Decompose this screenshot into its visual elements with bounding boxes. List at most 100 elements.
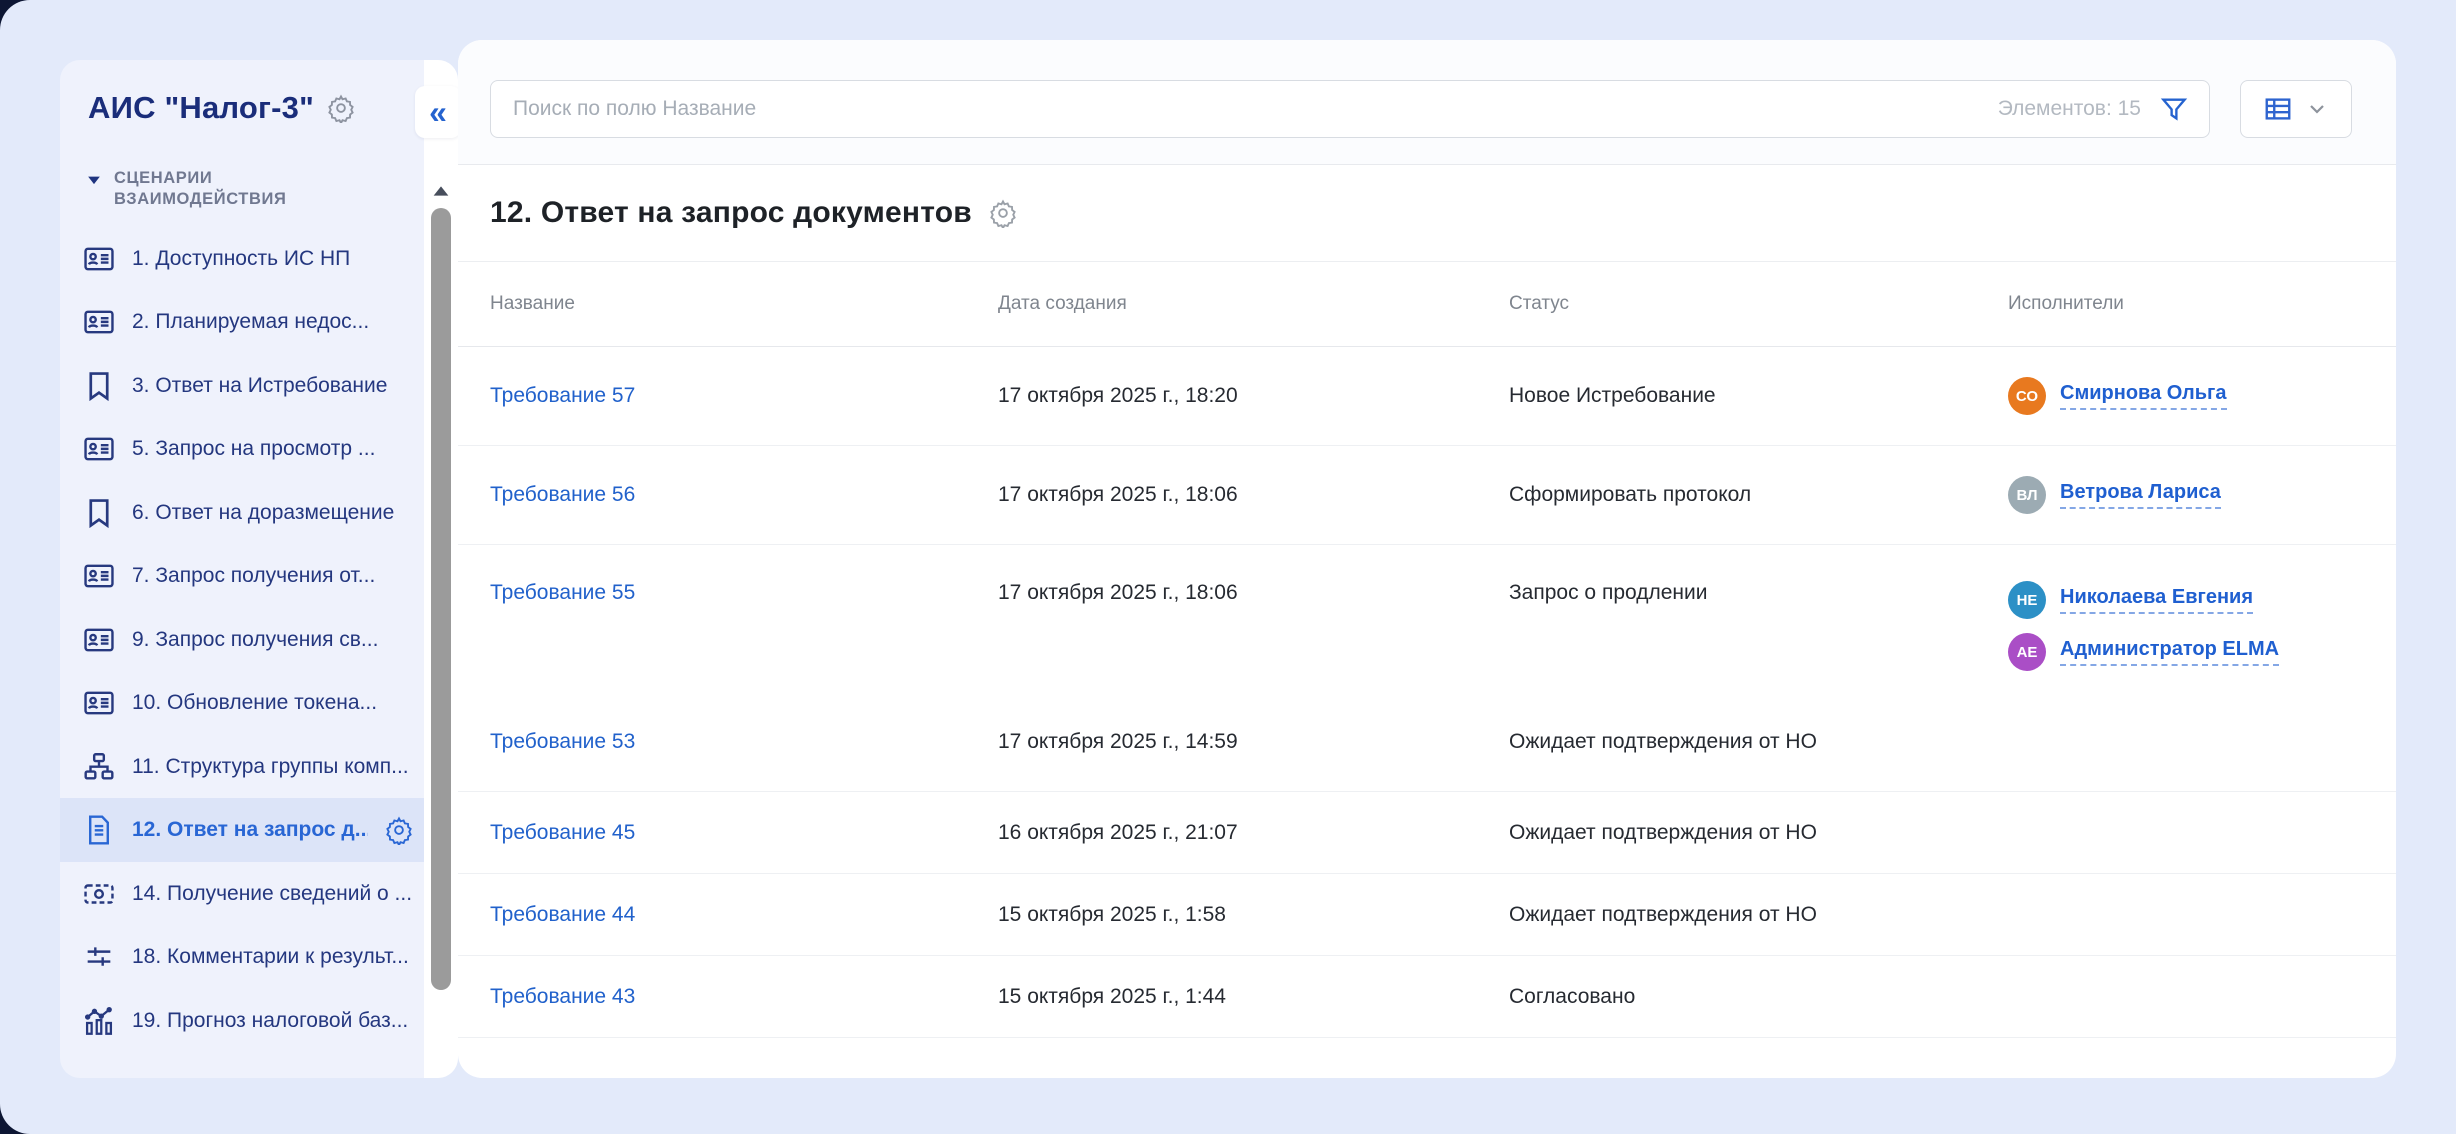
sidebar-item-12[interactable]: 18. Комментарии к результ... xyxy=(60,925,458,989)
id-card-icon xyxy=(82,623,116,657)
status-cell: Ожидает подтверждения от НО xyxy=(1509,821,2008,845)
table-row: Требование 53 17 октября 2025 г., 14:59 … xyxy=(458,693,2396,792)
sidebar-item-9[interactable]: 11. Структура группы комп... xyxy=(60,735,458,799)
table-row: Требование 55 17 октября 2025 г., 18:06 … xyxy=(458,545,2396,693)
items-count-label: Элементов: 15 xyxy=(1998,97,2141,121)
column-header-assignees: Исполнители xyxy=(2008,293,2396,315)
requirement-link[interactable]: Требование 55 xyxy=(490,581,635,604)
status-cell: Согласовано xyxy=(1509,985,2008,1009)
table-row: Требование 43 15 октября 2025 г., 1:44 С… xyxy=(458,956,2396,1038)
section-collapse-caret-icon[interactable] xyxy=(84,170,104,190)
sidebar-nav: 1. Доступность ИС НП 2. Планируемая недо… xyxy=(60,227,458,1053)
banknote-icon xyxy=(82,877,116,911)
sidebar-section-header[interactable]: СЦЕНАРИИ ВЗАИМОДЕЙСТВИЯ xyxy=(60,126,458,217)
document-icon xyxy=(82,813,116,847)
scrollbar-thumb[interactable] xyxy=(431,208,451,990)
sidebar-item-8[interactable]: 10. Обновление токена... xyxy=(60,671,458,735)
column-header-name: Название xyxy=(490,293,998,315)
table-row: Требование 57 17 октября 2025 г., 18:20 … xyxy=(458,347,2396,446)
search-box: Элементов: 15 xyxy=(490,80,2210,138)
created-cell: 17 октября 2025 г., 18:20 xyxy=(998,384,1509,408)
assignee: НЕ Николаева Евгения xyxy=(2008,581,2372,619)
sitemap-icon xyxy=(82,750,116,784)
assignee: СО Смирнова Ольга xyxy=(2008,377,2372,415)
status-cell: Сформировать протокол xyxy=(1509,483,2008,507)
sidebar-item-6[interactable]: 7. Запрос получения от... xyxy=(60,544,458,608)
status-cell: Ожидает подтверждения от НО xyxy=(1509,730,2008,754)
avatar: НЕ xyxy=(2008,581,2046,619)
page-title-row: 12. Ответ на запрос документов xyxy=(458,165,2396,262)
created-cell: 17 октября 2025 г., 18:06 xyxy=(998,483,1509,507)
column-header-created: Дата создания xyxy=(998,293,1509,315)
scroll-up-icon[interactable] xyxy=(430,180,452,202)
page-settings-gear-icon[interactable] xyxy=(988,198,1018,228)
requirement-link[interactable]: Требование 56 xyxy=(490,483,635,506)
assignee-link[interactable]: Администратор ELMA xyxy=(2060,638,2279,666)
sidebar-item-7[interactable]: 9. Запрос получения св... xyxy=(60,608,458,672)
main-panel: Элементов: 15 12. Ответ на запрос докуме… xyxy=(458,40,2396,1078)
sidebar-scrollbar-track[interactable] xyxy=(424,60,458,1078)
sidebar-item-1[interactable]: 1. Доступность ИС НП xyxy=(60,227,458,291)
table-body: Требование 57 17 октября 2025 г., 18:20 … xyxy=(458,347,2396,1038)
avatar: АЕ xyxy=(2008,633,2046,671)
sidebar-item-4[interactable]: 5. Запрос на просмотр ... xyxy=(60,417,458,481)
sidebar-item-10[interactable]: 12. Ответ на запрос д... xyxy=(60,798,458,862)
status-cell: Новое Истребование xyxy=(1509,384,2008,408)
status-cell: Ожидает подтверждения от НО xyxy=(1509,903,2008,927)
avatar: ВЛ xyxy=(2008,476,2046,514)
table-row: Требование 45 16 октября 2025 г., 21:07 … xyxy=(458,792,2396,874)
requirement-link[interactable]: Требование 44 xyxy=(490,903,635,926)
table-header: Название Дата создания Статус Исполнител… xyxy=(458,262,2396,347)
assignee: АЕ Администратор ELMA xyxy=(2008,633,2372,671)
assignees-cell: ВЛ Ветрова Лариса xyxy=(2008,476,2396,514)
sidebar: « АИС "Налог-3" СЦЕНАРИИ ВЗАИМОДЕЙСТВИЯ … xyxy=(60,60,458,1078)
created-cell: 15 октября 2025 г., 1:58 xyxy=(998,903,1509,927)
status-cell: Запрос о продлении xyxy=(1509,581,2008,605)
id-card-icon xyxy=(82,305,116,339)
chevron-down-icon xyxy=(2305,97,2329,121)
assignee-link[interactable]: Николаева Евгения xyxy=(2060,586,2253,614)
bookmark-icon xyxy=(82,369,116,403)
table-footer-dot: . xyxy=(458,1038,2396,1078)
sidebar-item-5[interactable]: 6. Ответ на доразмещение xyxy=(60,481,458,545)
id-card-icon xyxy=(82,242,116,276)
table-view-button[interactable] xyxy=(2240,80,2352,138)
requirement-link[interactable]: Требование 53 xyxy=(490,730,635,753)
assignees-cell: НЕ Николаева Евгения АЕ Администратор ELMA xyxy=(2008,581,2396,671)
created-cell: 17 октября 2025 г., 18:06 xyxy=(998,581,1509,605)
search-input[interactable] xyxy=(513,97,1980,121)
sidebar-collapse-button[interactable]: « xyxy=(415,86,461,138)
requirement-link[interactable]: Требование 45 xyxy=(490,821,635,844)
app-window: « АИС "Налог-3" СЦЕНАРИИ ВЗАИМОДЕЙСТВИЯ … xyxy=(0,0,2456,1134)
requirement-link[interactable]: Требование 57 xyxy=(490,384,635,407)
bookmark-icon xyxy=(82,496,116,530)
sidebar-item-13[interactable]: 19. Прогноз налоговой баз... xyxy=(60,989,458,1053)
column-header-status: Статус xyxy=(1509,293,2008,315)
sidebar-header: АИС "Налог-3" xyxy=(60,60,458,126)
sidebar-item-3[interactable]: 3. Ответ на Истребование xyxy=(60,354,458,418)
avatar: СО xyxy=(2008,377,2046,415)
app-settings-gear-icon[interactable] xyxy=(326,93,356,123)
page-title: 12. Ответ на запрос документов xyxy=(490,196,972,230)
app-title: АИС "Налог-3" xyxy=(88,90,314,126)
requirement-link[interactable]: Требование 43 xyxy=(490,985,635,1008)
table-row: Требование 44 15 октября 2025 г., 1:58 О… xyxy=(458,874,2396,956)
id-card-icon xyxy=(82,559,116,593)
filter-icon[interactable] xyxy=(2159,94,2189,124)
table-view-icon xyxy=(2263,94,2293,124)
assignee-link[interactable]: Ветрова Лариса xyxy=(2060,481,2221,509)
assignees-cell: СО Смирнова Ольга xyxy=(2008,377,2396,415)
created-cell: 17 октября 2025 г., 14:59 xyxy=(998,730,1509,754)
sidebar-item-settings-gear-icon[interactable] xyxy=(384,815,414,845)
toolbar: Элементов: 15 xyxy=(458,40,2396,165)
sidebar-item-11[interactable]: 14. Получение сведений о ... xyxy=(60,862,458,926)
sidebar-section-label: СЦЕНАРИИ ВЗАИМОДЕЙСТВИЯ xyxy=(114,168,324,211)
assignee-link[interactable]: Смирнова Ольга xyxy=(2060,382,2227,410)
id-card-icon xyxy=(82,686,116,720)
assignee: ВЛ Ветрова Лариса xyxy=(2008,476,2372,514)
created-cell: 15 октября 2025 г., 1:44 xyxy=(998,985,1509,1009)
chart-icon xyxy=(82,1004,116,1038)
sidebar-item-2[interactable]: 2. Планируемая недос... xyxy=(60,290,458,354)
comments-icon xyxy=(82,940,116,974)
id-card-icon xyxy=(82,432,116,466)
